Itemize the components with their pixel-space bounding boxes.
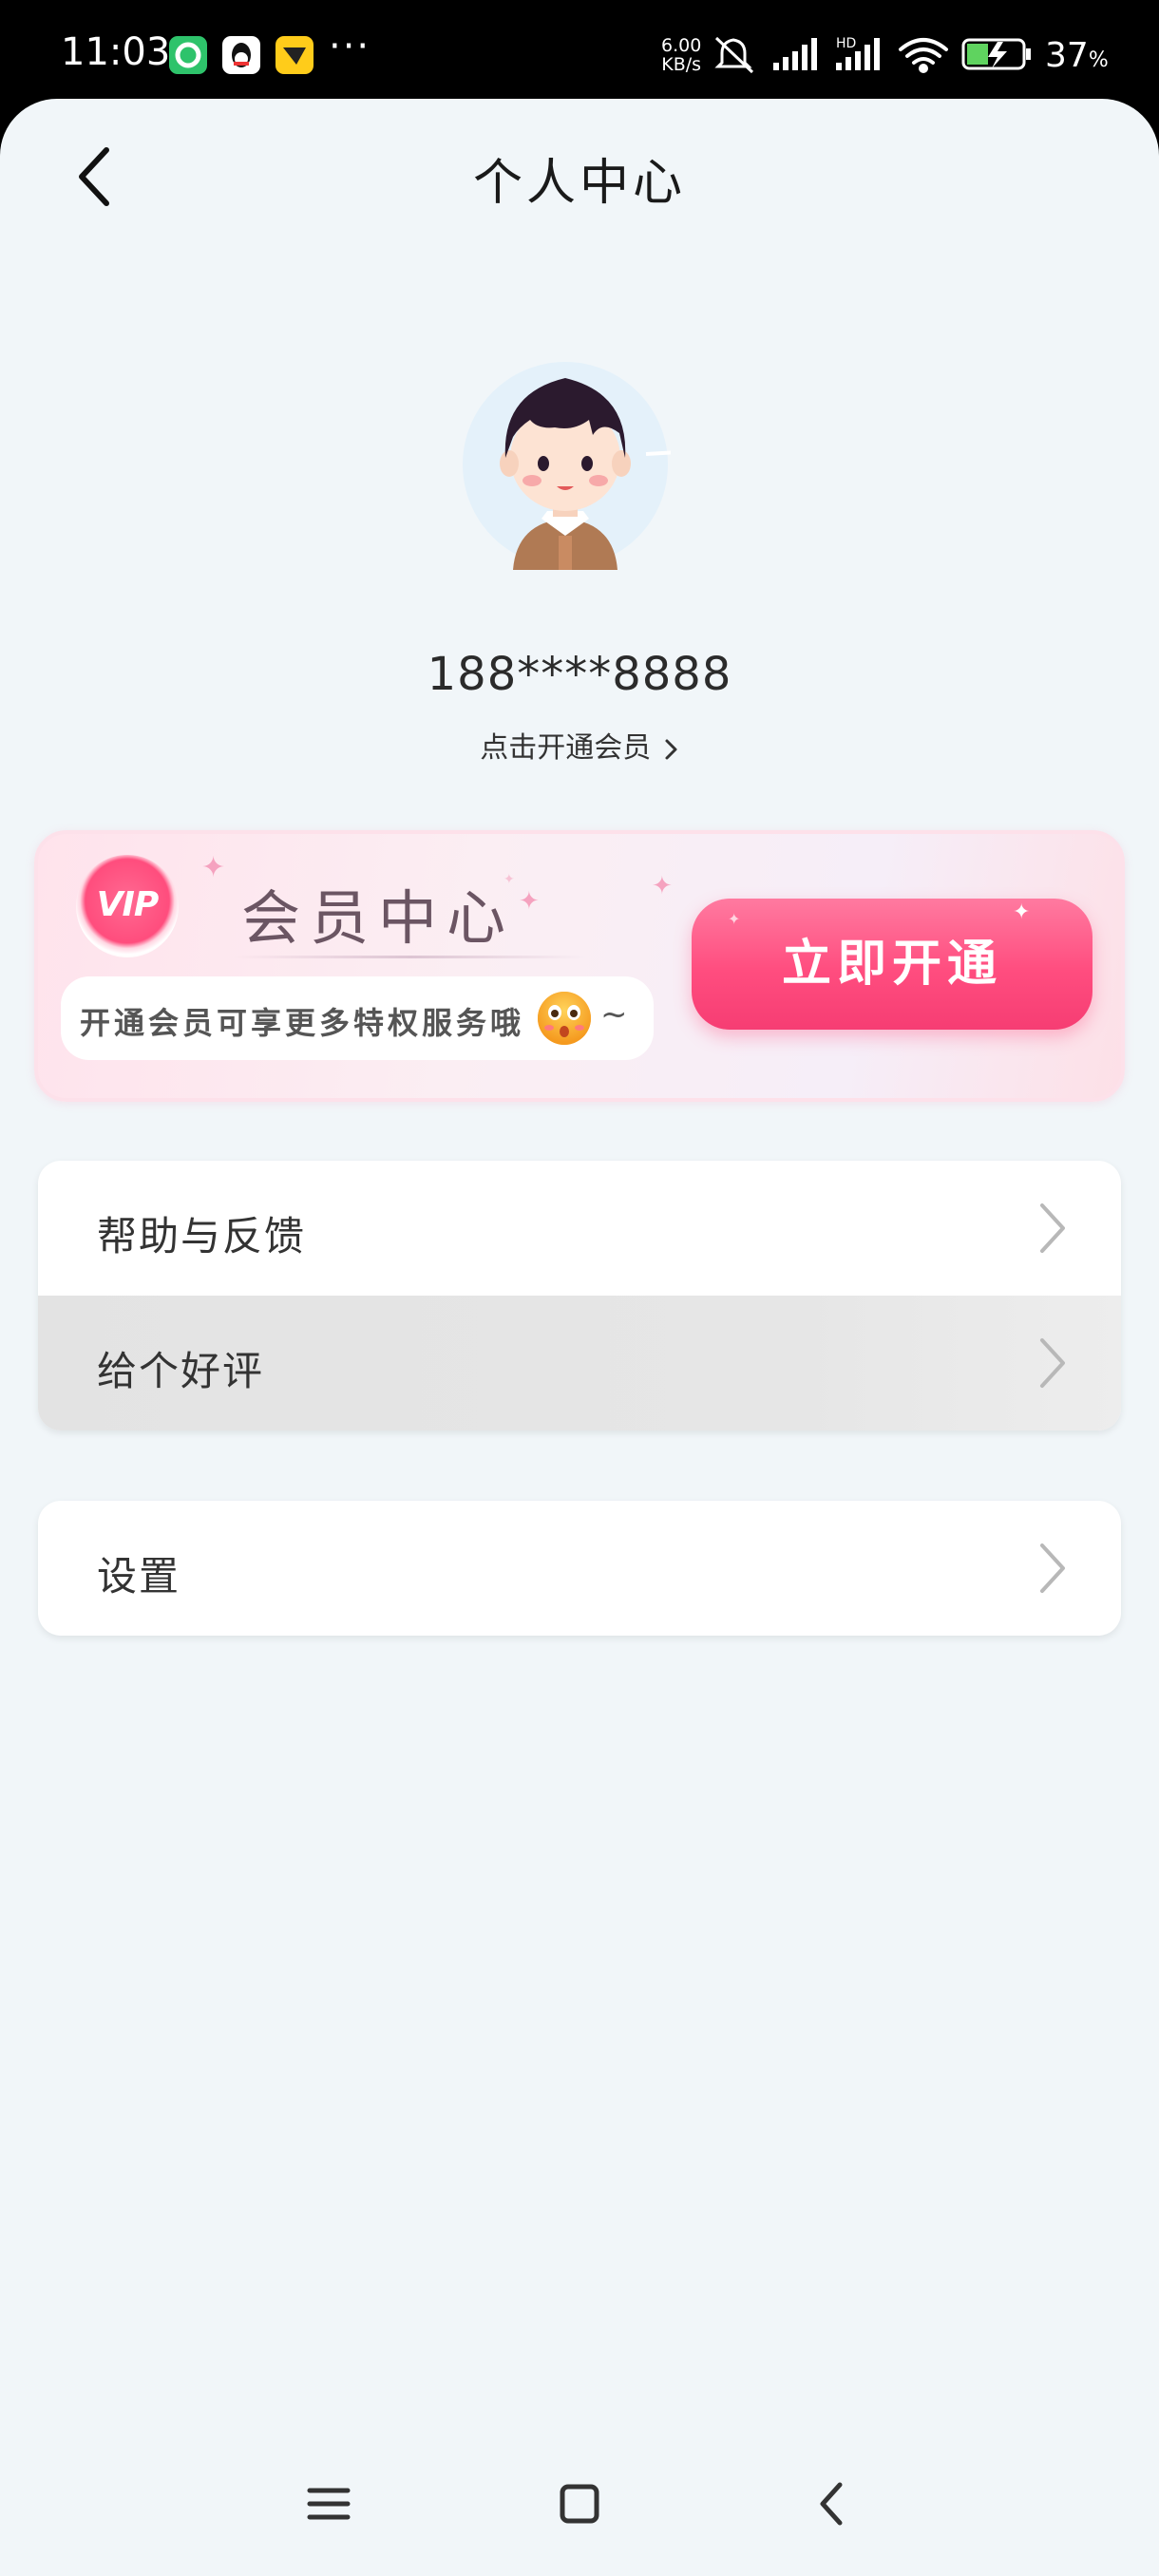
network-speed-value: 6.00 (661, 35, 702, 56)
network-speed: 6.00 KB/s (661, 36, 701, 74)
network-speed-unit: KB/s (661, 54, 702, 75)
sparkle-icon: ✦ (201, 851, 226, 884)
menu-item-help-feedback[interactable]: 帮助与反馈 (38, 1161, 1121, 1296)
back-chevron-icon (820, 2482, 843, 2526)
open-vip-link[interactable]: 点击开通会员 (466, 724, 694, 771)
browser-app-icon (169, 36, 207, 74)
menu-item-settings[interactable]: 设置 (38, 1501, 1121, 1636)
vip-badge-icon: VIP (76, 855, 179, 957)
battery-charging-icon (961, 38, 1031, 70)
vip-card[interactable]: VIP ✦ ✦ ✦ ✦ 会员中心 开通会员可享更多特权服务哦 ~ 立即开通 ✦ … (34, 830, 1125, 1102)
recent-apps-button[interactable] (300, 2475, 357, 2532)
vip-title-divider (234, 956, 585, 958)
home-button[interactable] (551, 2475, 608, 2532)
open-vip-link-label: 点击开通会员 (480, 731, 652, 765)
battery-percent: 37% (1045, 36, 1109, 75)
personal-center-page: 个人中心 188****8888 点击开通会员 VIP ✦ ✦ ✦ ✦ 会员中心… (0, 99, 1159, 2576)
menu-group-2: 设置 (38, 1501, 1121, 1636)
vip-description-tilde: ~ (600, 995, 628, 1033)
menu-group-1: 帮助与反馈 给个好评 (38, 1161, 1121, 1430)
open-membership-button[interactable]: 立即开通 (692, 899, 1092, 1030)
reader-app-icon (276, 36, 314, 74)
chevron-right-icon (665, 739, 677, 759)
wifi-icon (899, 38, 948, 73)
sparkle-icon: ✦ (1013, 900, 1031, 924)
kissing-face-emoji-icon (538, 992, 591, 1045)
menu-item-label: 设置 (97, 1553, 181, 1600)
menu-item-label: 给个好评 (97, 1348, 265, 1394)
phone-number: 188****8888 (427, 648, 732, 701)
vip-description: 开通会员可享更多特权服务哦 (80, 1005, 525, 1041)
boy-avatar-icon (463, 362, 681, 570)
chevron-right-icon (1040, 1203, 1065, 1253)
signal-icon-1 (773, 38, 817, 70)
qq-app-icon (222, 36, 260, 74)
status-bar: 11:03 ··· 6.00 KB/s HD 37% (0, 0, 1159, 104)
battery-percent-unit: % (1088, 48, 1109, 72)
status-icons: HD (714, 36, 1031, 74)
chevron-right-icon (1040, 1544, 1065, 1593)
menu-item-label: 帮助与反馈 (97, 1213, 307, 1260)
home-square-icon (560, 2484, 599, 2524)
page-title: 个人中心 (472, 155, 686, 212)
status-time: 11:03 (61, 30, 171, 74)
system-navigation-bar (0, 2432, 1159, 2576)
menu-item-rate-app[interactable]: 给个好评 (38, 1296, 1121, 1430)
battery-percent-value: 37 (1045, 36, 1089, 75)
chevron-right-icon (1040, 1338, 1065, 1388)
hd-label: HD (836, 36, 856, 51)
vip-center-title: 会员中心 (241, 883, 516, 953)
sparkle-icon: ✦ (728, 910, 741, 928)
more-notifications-icon: ··· (329, 25, 371, 68)
sparkle-icon: ✦ (519, 887, 540, 916)
menu-lines-icon (307, 2488, 351, 2520)
vip-badge-label: VIP (96, 885, 160, 924)
system-back-button[interactable] (804, 2475, 861, 2532)
vip-description-pill: 开通会员可享更多特权服务哦 ~ (61, 976, 654, 1060)
mute-bell-icon (714, 36, 754, 74)
sparkle-icon: ✦ (652, 872, 673, 900)
avatar[interactable] (460, 359, 681, 570)
